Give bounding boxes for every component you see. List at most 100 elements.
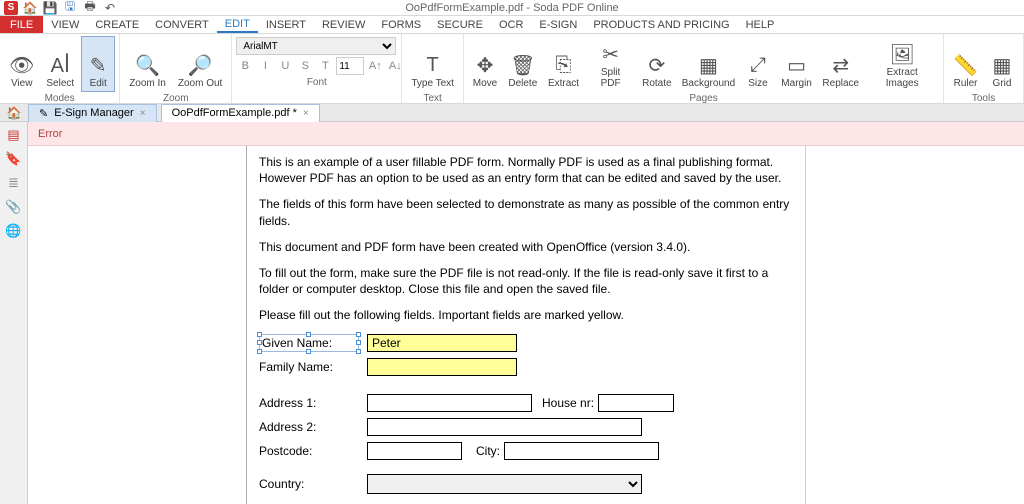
home-icon[interactable]: 🏠 — [22, 1, 38, 15]
font-b-button[interactable]: B — [236, 57, 254, 75]
pdf-page: This is an example of a user fillable PD… — [246, 146, 806, 504]
paragraph: Please fill out the following fields. Im… — [259, 307, 793, 323]
ribbon-group-modes: 👁ViewAꟾSelect✎Edit Modes — [0, 34, 120, 103]
tab-label: OoPdfFormExample.pdf * — [172, 107, 297, 119]
font-size-input[interactable] — [336, 57, 364, 75]
zoom-in-button[interactable]: 🔍Zoom In — [124, 36, 171, 92]
group-label: Font — [307, 76, 327, 88]
window-title: OoPdfFormExample.pdf - Soda PDF Online — [405, 2, 618, 14]
delete-button[interactable]: 🗑Delete — [504, 36, 542, 92]
extract-button[interactable]: ⎘Extract — [544, 36, 584, 92]
page-viewport[interactable]: This is an example of a user fillable PD… — [28, 146, 1024, 504]
rotate-button[interactable]: ⟳Rotate — [638, 36, 676, 92]
group-label: Pages — [468, 92, 939, 104]
ribbon-group-tools: 📏Ruler▦Grid Tools — [944, 34, 1024, 103]
menu-tab-help[interactable]: HELP — [738, 16, 783, 33]
zoom-out-button[interactable]: 🔎Zoom Out — [173, 36, 227, 92]
title-bar: S 🏠 💾 🖫 🖶 ↶ OoPdfFormExample.pdf - Soda … — [0, 0, 1024, 16]
family-name-field[interactable] — [367, 358, 517, 376]
city-field[interactable] — [504, 442, 659, 460]
attachments-icon[interactable]: 📎 — [5, 198, 23, 216]
grid-button[interactable]: ▦Grid — [985, 36, 1019, 92]
save-icon[interactable]: 💾 — [42, 1, 58, 15]
extract-images-button[interactable]: 🖼Extract Images — [865, 36, 939, 92]
ribbon-group-zoom: 🔍Zoom In🔎Zoom Out Zoom — [120, 34, 232, 103]
font-i-button[interactable]: I — [256, 57, 274, 75]
menu-tab-products-and-pricing[interactable]: PRODUCTS AND PRICING — [585, 16, 737, 33]
tab-label: E-Sign Manager — [54, 107, 134, 119]
menu-tab-e-sign[interactable]: E-SIGN — [531, 16, 585, 33]
print-icon[interactable]: 🖶 — [82, 1, 98, 15]
menu-tab-view[interactable]: VIEW — [43, 16, 87, 33]
margin-button[interactable]: ▭Margin — [777, 36, 816, 92]
menu-tab-convert[interactable]: CONVERT — [147, 16, 217, 33]
ribbon-group-pages: ✥Move🗑Delete⎘Extract✂Split PDF⟳Rotate▦Ba… — [464, 34, 944, 103]
menu-tab-create[interactable]: CREATE — [87, 16, 147, 33]
menu-tabs: VIEWCREATECONVERTEDITINSERTREVIEWFORMSSE… — [43, 16, 782, 33]
country-select[interactable] — [367, 474, 642, 494]
select-button[interactable]: AꟾSelect — [41, 36, 79, 92]
paragraph: To fill out the form, make sure the PDF … — [259, 265, 793, 297]
view-button[interactable]: 👁View — [4, 36, 39, 92]
thumbnails-icon[interactable]: ▤ — [5, 126, 23, 144]
menu-bar: FILE VIEWCREATECONVERTEDITINSERTREVIEWFO… — [0, 16, 1024, 34]
address1-field[interactable] — [367, 394, 532, 412]
font-name-select[interactable]: ArialMT — [236, 37, 396, 55]
tab-icon: ✎ — [39, 107, 48, 120]
group-label: Modes — [4, 92, 115, 104]
undo-icon[interactable]: ↶ — [102, 1, 118, 15]
comments-icon[interactable]: 🌐 — [5, 222, 23, 240]
home-icon[interactable]: 🏠 — [4, 106, 24, 120]
given-name-label[interactable]: Given Name: — [259, 334, 359, 352]
house-nr-label: House nr: — [542, 396, 594, 410]
address2-field[interactable] — [367, 418, 642, 436]
save-as-icon[interactable]: 🖫 — [62, 1, 78, 15]
workspace: ▤ 🔖 ≣ 📎 🌐 Error This is an example of a … — [0, 122, 1024, 504]
address2-label: Address 2: — [259, 420, 359, 434]
menu-tab-edit[interactable]: EDIT — [217, 16, 258, 33]
move-button[interactable]: ✥Move — [468, 36, 502, 92]
menu-tab-insert[interactable]: INSERT — [258, 16, 314, 33]
address1-label: Address 1: — [259, 396, 359, 410]
bookmarks-icon[interactable]: 🔖 — [5, 150, 23, 168]
house-nr-field[interactable] — [598, 394, 674, 412]
error-bar: Error — [28, 122, 1024, 146]
group-label: Text — [406, 92, 459, 104]
replace-button[interactable]: ⇄Replace — [818, 36, 863, 92]
group-label: Zoom — [124, 92, 227, 104]
split-pdf-button[interactable]: ✂Split PDF — [585, 36, 635, 92]
postcode-label: Postcode: — [259, 444, 359, 458]
menu-tab-ocr[interactable]: OCR — [491, 16, 531, 33]
paragraph: The fields of this form have been select… — [259, 196, 793, 228]
ruler-button[interactable]: 📏Ruler — [948, 36, 983, 92]
close-icon[interactable]: × — [140, 108, 146, 119]
file-tab[interactable]: FILE — [0, 16, 43, 33]
doc-tab-esign[interactable]: ✎ E-Sign Manager × — [28, 104, 157, 122]
layers-icon[interactable]: ≣ — [5, 174, 23, 192]
doc-tab-document[interactable]: OoPdfFormExample.pdf * × — [161, 104, 320, 122]
paragraph: This is an example of a user fillable PD… — [259, 154, 793, 186]
font-t-button[interactable]: T — [316, 57, 334, 75]
background-button[interactable]: ▦Background — [678, 36, 739, 92]
content-area: Error This is an example of a user filla… — [28, 122, 1024, 504]
app-logo: S — [4, 1, 18, 15]
size-button[interactable]: ⤢Size — [741, 36, 775, 92]
menu-tab-review[interactable]: REVIEW — [314, 16, 373, 33]
postcode-field[interactable] — [367, 442, 462, 460]
close-icon[interactable]: × — [303, 108, 309, 119]
error-text: Error — [38, 128, 62, 140]
font-s-button[interactable]: S — [296, 57, 314, 75]
given-name-field[interactable] — [367, 334, 517, 352]
city-label: City: — [476, 444, 500, 458]
edit-button[interactable]: ✎Edit — [81, 36, 115, 92]
menu-tab-secure[interactable]: SECURE — [429, 16, 491, 33]
type-text-button[interactable]: TType Text — [406, 36, 459, 92]
country-label: Country: — [259, 477, 359, 491]
paragraph: This document and PDF form have been cre… — [259, 239, 793, 255]
quick-access-toolbar: S 🏠 💾 🖫 🖶 ↶ — [4, 1, 118, 15]
ribbon: 👁ViewAꟾSelect✎Edit Modes 🔍Zoom In🔎Zoom O… — [0, 34, 1024, 104]
document-tab-bar: 🏠 ✎E-Sign Manager×OoPdfFormExample.pdf *… — [0, 104, 1024, 122]
menu-tab-forms[interactable]: FORMS — [373, 16, 429, 33]
font-u-button[interactable]: U — [276, 57, 294, 75]
font-size-step[interactable]: A↑ — [366, 57, 384, 75]
